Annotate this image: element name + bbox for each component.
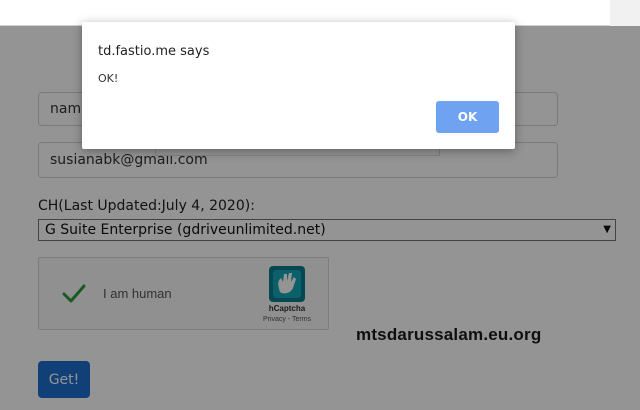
browser-toolbar-edge (610, 0, 640, 26)
dialog-message: OK! (98, 72, 119, 85)
dialog-title: td.fastio.me says (98, 44, 210, 59)
alert-dialog: td.fastio.me says OK! OK (82, 22, 515, 149)
dialog-ok-button[interactable]: OK (436, 101, 499, 133)
